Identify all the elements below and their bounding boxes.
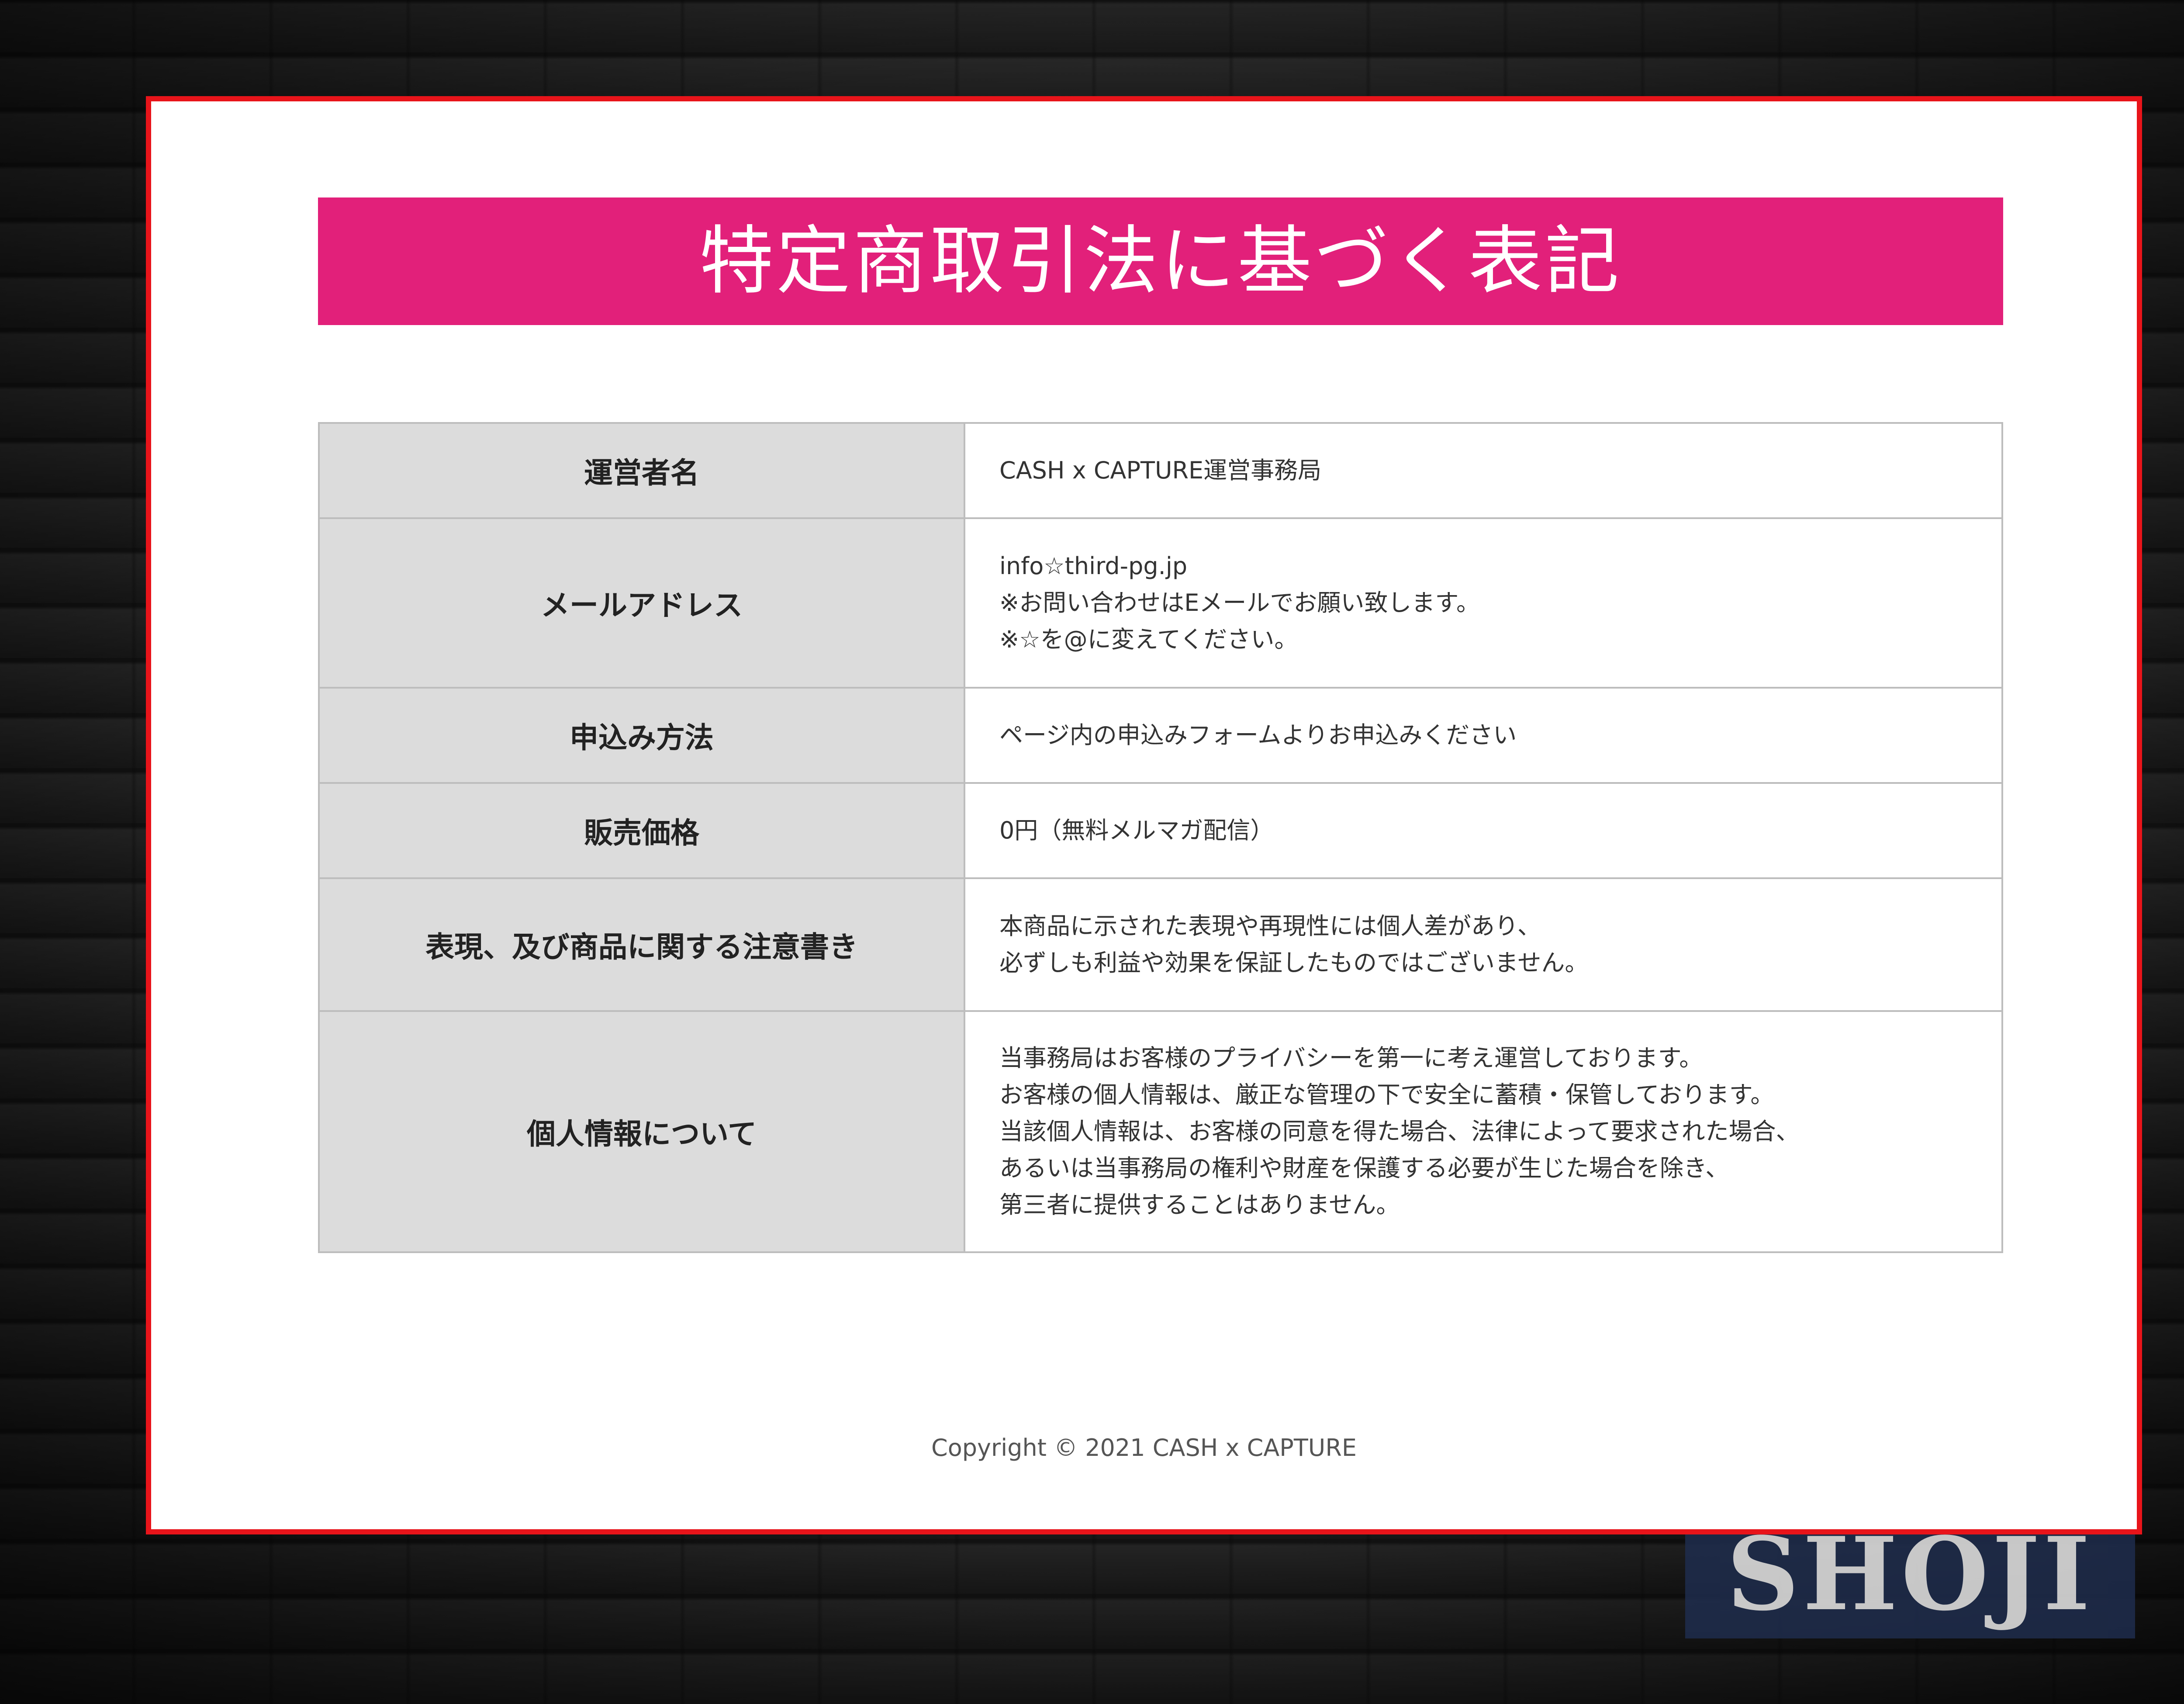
row-label-disclaimer: 表現、及び商品に関する注意書き bbox=[318, 877, 965, 1012]
row-value-disclaimer: 本商品に示された表現や再現性には個人差があり、 必ずしも利益や効果を保証したもの… bbox=[964, 877, 2003, 1012]
table-row: 販売価格 0円（無料メルマガ配信） bbox=[318, 782, 2003, 879]
table-row: 運営者名 CASH x CAPTURE運営事務局 bbox=[318, 422, 2003, 519]
row-value-operator: CASH x CAPTURE運営事務局 bbox=[964, 422, 2003, 519]
row-value-application-method: ページ内の申込みフォームよりお申込みください bbox=[964, 687, 2003, 784]
table-row: 表現、及び商品に関する注意書き 本商品に示された表現や再現性には個人差があり、 … bbox=[318, 877, 2003, 1012]
page-title: 特定商取引法に基づく表記 bbox=[699, 218, 1622, 305]
row-label-operator: 運営者名 bbox=[318, 422, 965, 519]
row-value-privacy: 当事務局はお客様のプライバシーを第一に考え運営しております。 お客様の個人情報は… bbox=[964, 1010, 2003, 1253]
row-value-price: 0円（無料メルマガ配信） bbox=[964, 782, 2003, 879]
row-value-email: info☆third-pg.jp ※お問い合わせはEメールでお願い致します。 ※… bbox=[964, 517, 2003, 689]
row-label-privacy: 個人情報について bbox=[318, 1010, 965, 1253]
row-label-price: 販売価格 bbox=[318, 782, 965, 879]
row-label-application-method: 申込み方法 bbox=[318, 687, 965, 784]
table-row: 個人情報について 当事務局はお客様のプライバシーを第一に考え運営しております。 … bbox=[318, 1010, 2003, 1253]
page-title-bar: 特定商取引法に基づく表記 bbox=[318, 197, 2003, 325]
table-row: 申込み方法 ページ内の申込みフォームよりお申込みください bbox=[318, 687, 2003, 784]
legal-info-table: 運営者名 CASH x CAPTURE運営事務局 メールアドレス info☆th… bbox=[318, 422, 2003, 1253]
footer-copyright: Copyright © 2021 CASH x CAPTURE bbox=[931, 1434, 1357, 1462]
shoji-watermark-text: SHOJI bbox=[1726, 1515, 2094, 1633]
legal-notice-panel: 特定商取引法に基づく表記 運営者名 CASH x CAPTURE運営事務局 メー… bbox=[146, 96, 2142, 1534]
row-label-email: メールアドレス bbox=[318, 517, 965, 689]
table-row: メールアドレス info☆third-pg.jp ※お問い合わせはEメールでお願… bbox=[318, 517, 2003, 689]
